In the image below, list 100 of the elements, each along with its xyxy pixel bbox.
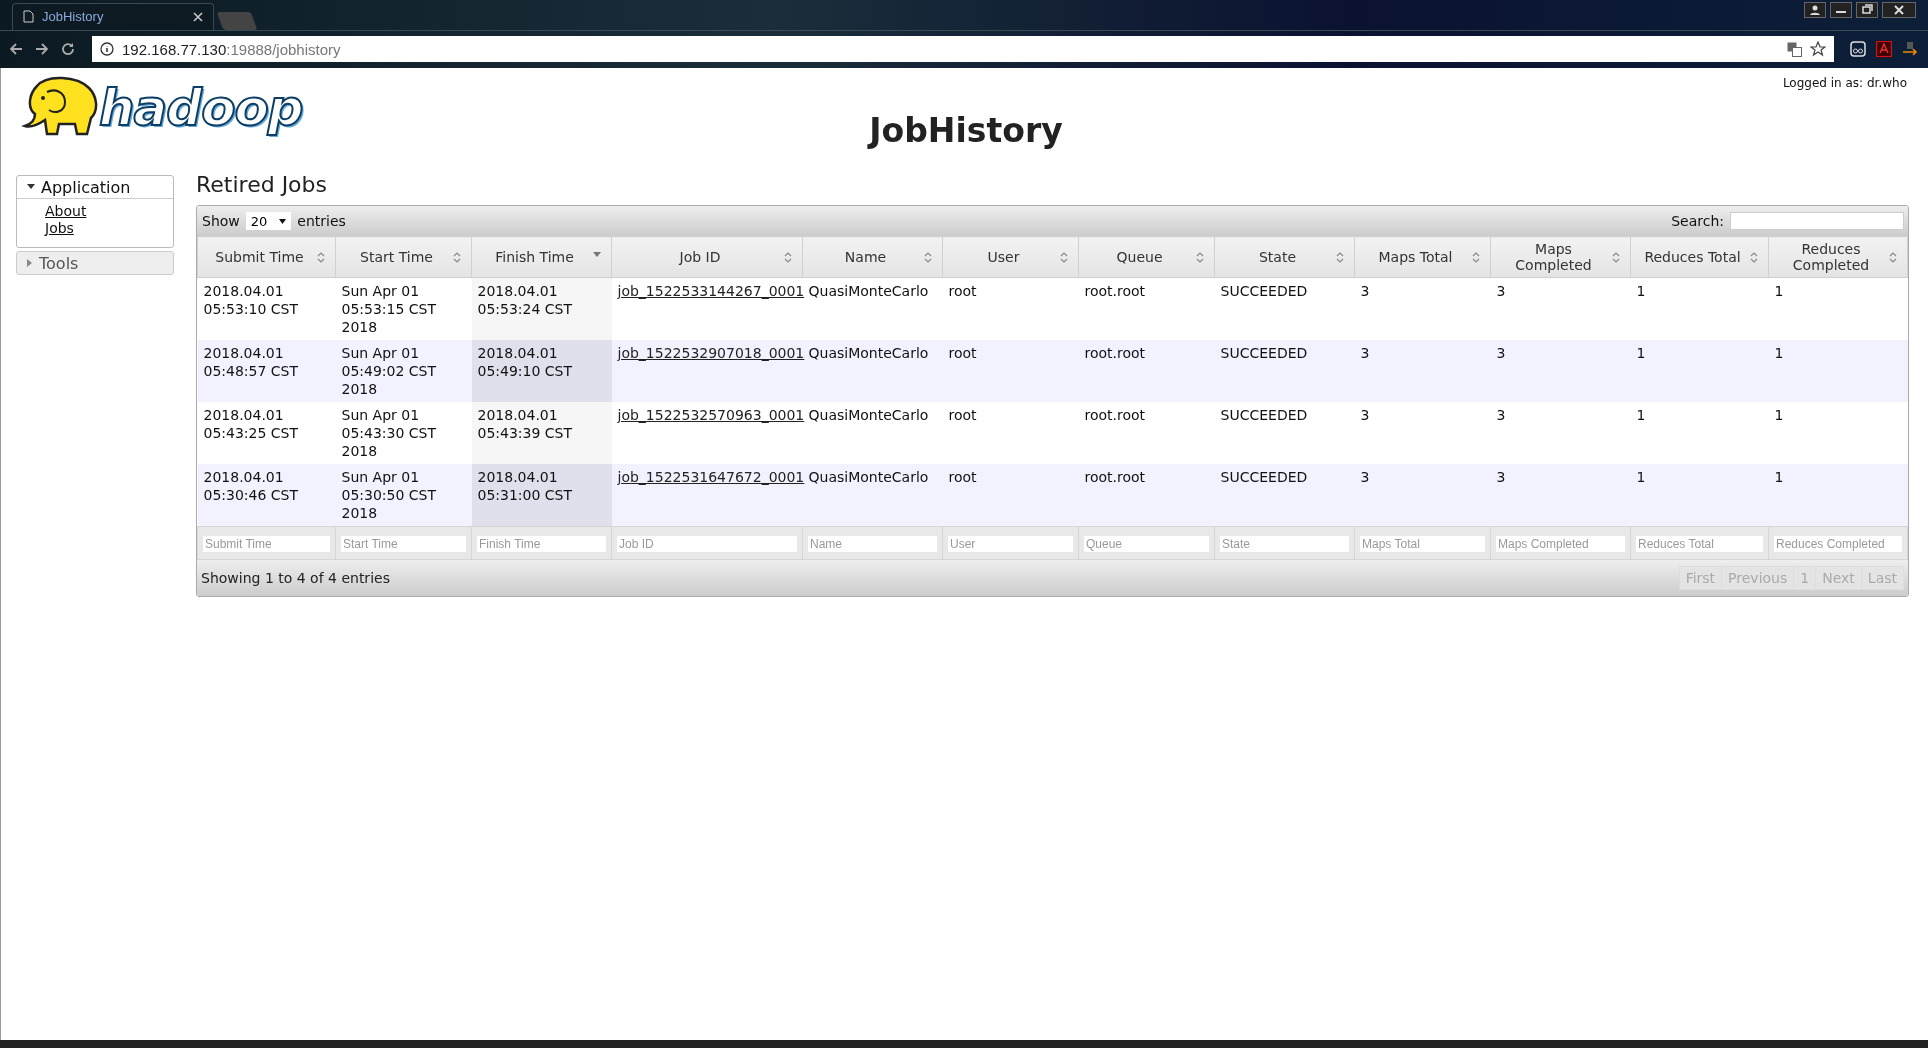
table-cell: SUCCEEDED: [1214, 340, 1355, 402]
caret-down-icon: [279, 218, 287, 224]
table-cell: Sun Apr 01 05:43:30 CST 2018: [335, 402, 472, 464]
job-link[interactable]: job_1522533144267_0001: [617, 283, 805, 299]
filter-field[interactable]: Start Time: [341, 535, 466, 552]
table-cell: root: [942, 277, 1079, 340]
table-cell: SUCCEEDED: [1214, 402, 1355, 464]
table-cell: Sun Apr 01 05:30:50 CST 2018: [335, 464, 472, 527]
column-header[interactable]: Job ID: [611, 236, 803, 278]
table-cell: 2018.04.01 05:49:10 CST: [471, 340, 612, 402]
filter-field[interactable]: Reduces Completed: [1774, 535, 1902, 552]
table-cell: root.root: [1078, 402, 1215, 464]
table-cell: QuasiMonteCarlo: [802, 277, 943, 340]
table-cell: 2018.04.01 05:30:46 CST: [197, 464, 336, 527]
reload-icon[interactable]: [60, 41, 76, 58]
hadoop-logo: hadoop: [17, 76, 303, 140]
column-header[interactable]: User: [942, 236, 1079, 278]
table-cell: root.root: [1078, 464, 1215, 527]
column-header[interactable]: State: [1214, 236, 1355, 278]
filter-field[interactable]: Queue: [1084, 535, 1209, 552]
section-title: Retired Jobs: [196, 172, 328, 197]
entries-info: Showing 1 to 4 of 4 entries: [201, 570, 390, 586]
table-cell: 1: [1768, 340, 1908, 402]
close-icon[interactable]: [1882, 2, 1916, 18]
job-link[interactable]: job_1522532570963_0001: [617, 407, 805, 423]
table-cell: SUCCEEDED: [1214, 277, 1355, 340]
filter-field[interactable]: Reduces Total: [1636, 535, 1763, 552]
column-header[interactable]: Maps Completed: [1490, 236, 1631, 278]
info-icon: [100, 42, 114, 57]
column-header[interactable]: Reduces Total: [1630, 236, 1769, 278]
table-cell: 3: [1490, 464, 1631, 527]
table-cell: Sun Apr 01 05:53:15 CST 2018: [335, 277, 472, 340]
table-cell: QuasiMonteCarlo: [802, 340, 943, 402]
url-text: 192.168.77.130:19888/jobhistory: [122, 40, 341, 58]
minimize-icon[interactable]: [1830, 2, 1852, 18]
arrow-icon[interactable]: [1902, 41, 1920, 58]
translate-icon[interactable]: [1787, 41, 1802, 57]
table-cell: 3: [1354, 340, 1491, 402]
table-cell: 2018.04.01 05:43:39 CST: [471, 402, 612, 464]
user-icon[interactable]: [1804, 2, 1826, 18]
filter-field[interactable]: Name: [808, 535, 937, 552]
sidebar-header[interactable]: Tools: [17, 252, 173, 274]
filter-field[interactable]: Submit Time: [203, 535, 330, 552]
table-cell: 1: [1768, 402, 1908, 464]
column-header[interactable]: Name: [802, 236, 943, 278]
entries-label: entries: [297, 213, 346, 229]
page-icon: [23, 10, 34, 24]
table-cell: 2018.04.01 05:31:00 CST: [471, 464, 612, 527]
table-cell: 1: [1768, 464, 1908, 527]
browser-tab[interactable]: JobHistory: [12, 2, 214, 30]
star-icon[interactable]: [1810, 41, 1826, 58]
table-cell: 2018.04.01 05:48:57 CST: [197, 340, 336, 402]
table-cell: 1: [1768, 277, 1908, 340]
restore-icon[interactable]: [1856, 2, 1878, 18]
show-label: Show: [202, 213, 240, 229]
filter-field[interactable]: Maps Completed: [1496, 535, 1625, 552]
search-field[interactable]: [1730, 212, 1904, 230]
filter-field[interactable]: User: [948, 535, 1073, 552]
filter-field[interactable]: Job ID: [617, 535, 797, 552]
table-cell: 2018.04.01 05:53:24 CST: [471, 277, 612, 340]
column-header[interactable]: Reduces Completed: [1768, 236, 1908, 278]
table-cell: 3: [1490, 402, 1631, 464]
extension-icon[interactable]: [1850, 41, 1866, 58]
table-cell: 2018.04.01 05:43:25 CST: [197, 402, 336, 464]
table-cell: 3: [1490, 340, 1631, 402]
page-title: JobHistory: [869, 110, 1063, 150]
table-cell: root: [942, 464, 1079, 527]
column-header[interactable]: Submit Time: [197, 236, 336, 278]
table-cell: root: [942, 402, 1079, 464]
table-cell: QuasiMonteCarlo: [802, 402, 943, 464]
sidebar-header[interactable]: Application: [17, 176, 173, 199]
table-cell: 3: [1354, 464, 1491, 527]
table-cell: 1: [1630, 464, 1769, 527]
table-cell: QuasiMonteCarlo: [802, 464, 943, 527]
table-cell: 3: [1354, 402, 1491, 464]
table-cell: 1: [1630, 402, 1769, 464]
table-cell: root.root: [1078, 277, 1215, 340]
filter-field[interactable]: State: [1220, 535, 1349, 552]
login-status: Logged in as: dr.who: [1782, 76, 1907, 90]
table-cell: root.root: [1078, 340, 1215, 402]
table-cell: 2018.04.01 05:53:10 CST: [197, 277, 336, 340]
column-header[interactable]: Start Time: [335, 236, 472, 278]
search-label: Search:: [1671, 213, 1724, 229]
column-header[interactable]: Queue: [1078, 236, 1215, 278]
column-header[interactable]: Finish Time: [471, 236, 612, 278]
sidebar-link[interactable]: About: [45, 203, 87, 220]
table-cell: 1: [1630, 277, 1769, 340]
column-header[interactable]: Maps Total: [1354, 236, 1491, 278]
filter-field[interactable]: Maps Total: [1360, 535, 1485, 552]
table-cell: 1: [1630, 340, 1769, 402]
table-cell: root: [942, 340, 1079, 402]
caret-down-icon: [27, 184, 35, 190]
entries-select[interactable]: 20: [245, 212, 292, 230]
table-cell: SUCCEEDED: [1214, 464, 1355, 527]
table-cell: 3: [1490, 277, 1631, 340]
filter-field[interactable]: Finish Time: [477, 535, 606, 552]
caret-right-icon: [27, 259, 33, 267]
address-bar[interactable]: 192.168.77.130:19888/jobhistory: [92, 36, 1834, 63]
table-cell: 3: [1354, 277, 1491, 340]
sidebar-link[interactable]: Jobs: [45, 220, 74, 237]
